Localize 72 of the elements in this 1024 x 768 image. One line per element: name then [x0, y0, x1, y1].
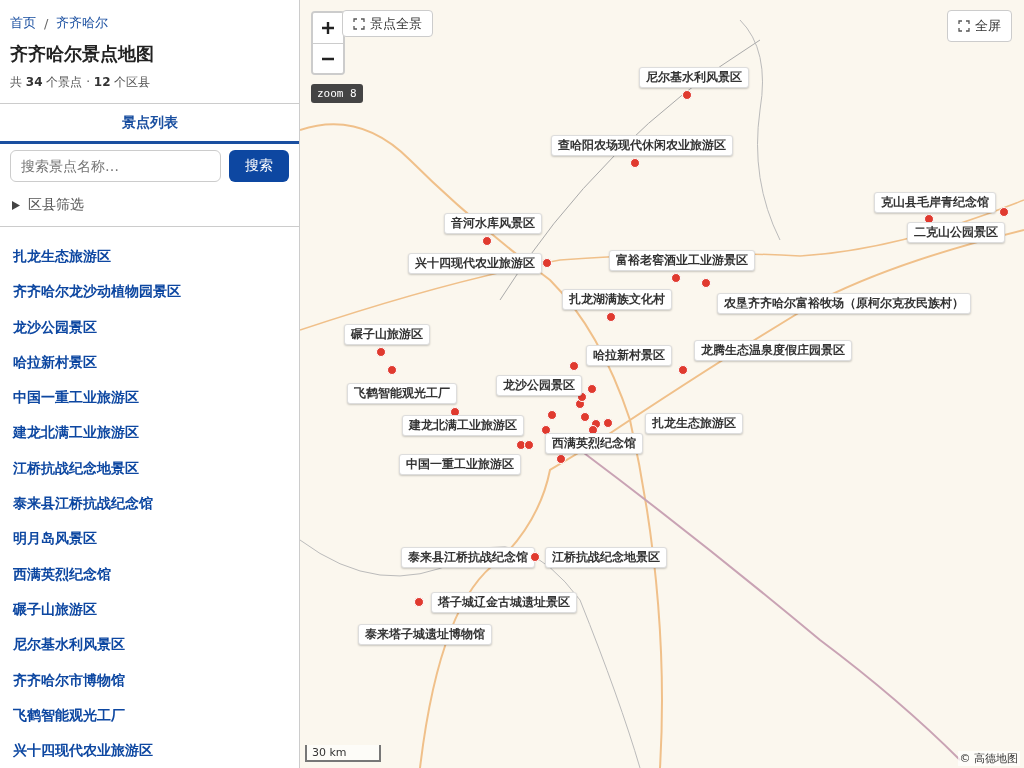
- zoom-level-badge: zoom 8: [311, 84, 363, 103]
- attraction-link[interactable]: 哈拉新村景区: [13, 344, 299, 381]
- marker-label: 克山县毛岸青纪念馆: [874, 192, 996, 213]
- attraction-link[interactable]: 明月岛风景区: [13, 521, 299, 557]
- attraction-link[interactable]: 中国一重工业旅游区: [13, 380, 299, 416]
- marker-label: 西满英烈纪念馆: [545, 433, 643, 454]
- map-marker[interactable]: [603, 418, 613, 428]
- marker-label: 塔子城辽金古城遗址景区: [431, 592, 577, 613]
- map-marker[interactable]: [482, 236, 492, 246]
- marker-label: 江桥抗战纪念地景区: [545, 547, 667, 568]
- attraction-link[interactable]: 扎龙生态旅游区: [13, 239, 299, 275]
- attraction-link[interactable]: 飞鹤智能观光工厂: [13, 697, 299, 734]
- map-marker[interactable]: [999, 207, 1009, 217]
- marker-label: 查哈阳农场现代休闲农业旅游区: [551, 135, 733, 156]
- marker-label: 富裕老窖酒业工业游景区: [609, 250, 755, 271]
- attraction-link[interactable]: 碾子山旅游区: [13, 591, 299, 628]
- attraction-link[interactable]: 兴十四现代农业旅游区: [13, 733, 299, 768]
- scale-bar: 30 km: [305, 745, 381, 762]
- attraction-link[interactable]: 尼尔基水利风景区: [13, 627, 299, 663]
- marker-label: 龙腾生态温泉度假庄园景区: [694, 340, 852, 361]
- marker-label: 飞鹤智能观光工厂: [347, 383, 457, 404]
- marker-label: 音河水库风景区: [444, 213, 542, 234]
- marker-label: 扎龙湖满族文化村: [562, 289, 672, 310]
- search-button[interactable]: 搜索: [229, 150, 289, 182]
- breadcrumb-link[interactable]: 首页: [10, 14, 36, 32]
- attraction-link[interactable]: 龙沙公园景区: [13, 309, 299, 345]
- marker-label: 兴十四现代农业旅游区: [408, 253, 542, 274]
- expand-icon: [353, 17, 365, 30]
- caret-icon: [12, 200, 20, 210]
- page-title: 齐齐哈尔景点地图: [10, 42, 155, 66]
- marker-label: 中国一重工业旅游区: [399, 454, 521, 475]
- marker-label: 二克山公园景区: [907, 222, 1005, 243]
- map-marker[interactable]: [376, 347, 386, 357]
- map-marker[interactable]: [671, 273, 681, 283]
- marker-label: 扎龙生态旅游区: [645, 413, 743, 434]
- breadcrumb-separator: /: [44, 15, 49, 31]
- marker-label: 泰来塔子城遗址博物馆: [358, 624, 492, 645]
- marker-label: 碾子山旅游区: [344, 324, 430, 345]
- marker-label: 尼尔基水利风景区: [639, 67, 749, 88]
- map-marker[interactable]: [524, 440, 534, 450]
- attraction-link[interactable]: 齐齐哈尔龙沙动植物园景区: [13, 274, 299, 310]
- marker-label: 建龙北满工业旅游区: [402, 415, 524, 436]
- attraction-link[interactable]: 江桥抗战纪念地景区: [13, 450, 299, 487]
- district-filter-toggle[interactable]: 区县筛选: [0, 182, 299, 227]
- map-marker[interactable]: [580, 412, 590, 422]
- map-marker[interactable]: [547, 410, 557, 420]
- attraction-link[interactable]: 泰来县江桥抗战纪念馆: [13, 486, 299, 522]
- plus-icon: [321, 21, 335, 35]
- attraction-link[interactable]: 建龙北满工业旅游区: [13, 415, 299, 451]
- marker-label: 泰来县江桥抗战纪念馆: [401, 547, 535, 568]
- zoom-in-button[interactable]: [313, 13, 343, 43]
- map-marker[interactable]: [587, 384, 597, 394]
- marker-label: 农垦齐齐哈尔富裕牧场（原柯尔克孜民族村）: [717, 293, 971, 314]
- attraction-link[interactable]: 齐齐哈尔市博物馆: [13, 662, 299, 698]
- map-marker[interactable]: [678, 365, 688, 375]
- fullscreen-icon: [958, 20, 970, 32]
- map-marker[interactable]: [682, 90, 692, 100]
- fullscreen-button[interactable]: 全屏: [947, 10, 1012, 42]
- search-field[interactable]: 搜索景点名称…: [10, 150, 221, 182]
- attraction-link[interactable]: 西满英烈纪念馆: [13, 556, 299, 592]
- marker-label: 哈拉新村景区: [586, 345, 672, 366]
- map-marker[interactable]: [701, 278, 711, 288]
- map-marker[interactable]: [569, 361, 579, 371]
- breadcrumb-link[interactable]: 齐齐哈尔: [56, 14, 109, 32]
- map-attribution: © 高德地图: [957, 751, 1020, 766]
- overview-button[interactable]: 景点全景: [342, 10, 433, 37]
- map-marker[interactable]: [606, 312, 616, 322]
- summary-text: 共 34 个景点 · 12 个区县: [10, 74, 152, 91]
- marker-label: 龙沙公园景区: [496, 375, 582, 396]
- map-marker[interactable]: [387, 365, 397, 375]
- map-marker[interactable]: [630, 158, 640, 168]
- zoom-out-button[interactable]: [313, 43, 343, 73]
